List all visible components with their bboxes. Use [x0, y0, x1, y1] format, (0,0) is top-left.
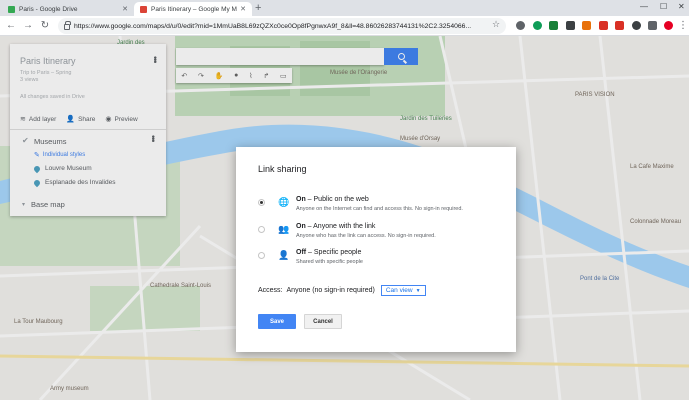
option-state: On	[296, 223, 306, 230]
option-description: Anyone on the Internet can find and acce…	[296, 206, 463, 212]
new-tab-button[interactable]: +	[255, 2, 261, 14]
browser-menu-icon[interactable]: ⋮	[676, 19, 689, 33]
person-lock-icon: 👤	[278, 250, 290, 260]
pinterest-icon[interactable]	[664, 21, 673, 30]
radio-public-on-web[interactable]	[258, 199, 265, 206]
back-arrow-icon[interactable]: ←	[4, 19, 18, 33]
dialog-title: Link sharing	[258, 164, 307, 174]
permission-dropdown[interactable]: Can view ▼	[380, 285, 426, 296]
option-description: Shared with specific people	[296, 259, 363, 265]
option-text: – Public on the web	[305, 196, 369, 203]
tab-drive[interactable]: Paris - Google Drive ✕	[2, 2, 134, 16]
option-state: On	[296, 196, 306, 203]
my-maps-favicon-icon	[140, 5, 147, 13]
minimize-icon[interactable]: —	[640, 2, 648, 11]
extension-icon[interactable]	[533, 21, 542, 30]
link-people-icon: 👥	[278, 224, 290, 234]
tab-my-maps[interactable]: Paris Itinerary – Google My Maps ✕	[134, 2, 252, 16]
tab-title: Paris Itinerary – Google My Maps	[151, 5, 237, 13]
option-label: On – Public on the web	[296, 196, 369, 203]
option-state: Off	[296, 249, 307, 256]
browser-tab-bar: Paris - Google Drive ✕ Paris Itinerary –…	[0, 0, 689, 16]
extension-icon[interactable]	[615, 21, 624, 30]
radio-specific-people[interactable]	[258, 252, 265, 259]
option-label: On – Anyone with the link	[296, 223, 375, 230]
extension-icon[interactable]	[599, 21, 608, 30]
option-text: – Specific people	[306, 249, 362, 256]
lock-icon	[64, 21, 71, 30]
option-public-on-web[interactable]: 🌐 On – Public on the web Anyone on the I…	[258, 196, 508, 218]
window-close-icon[interactable]: ✕	[678, 2, 685, 11]
forward-arrow-icon[interactable]: →	[21, 19, 35, 33]
access-label: Access:	[258, 287, 283, 294]
drive-favicon-icon	[8, 5, 15, 13]
close-icon[interactable]: ✕	[240, 5, 246, 13]
extension-icon[interactable]	[549, 21, 558, 30]
option-description: Anyone who has the link can access. No s…	[296, 233, 436, 239]
extension-icon[interactable]	[566, 21, 575, 30]
option-text: – Anyone with the link	[305, 223, 376, 230]
option-anyone-with-link[interactable]: 👥 On – Anyone with the link Anyone who h…	[258, 223, 508, 245]
extension-icon[interactable]	[582, 21, 591, 30]
bookmark-star-icon[interactable]: ☆	[492, 19, 500, 30]
maximize-icon[interactable]: ☐	[660, 2, 667, 11]
extension-icon[interactable]	[632, 21, 641, 30]
address-bar[interactable]: https://www.google.com/maps/d/u/0/edit?m…	[58, 18, 506, 34]
cancel-button[interactable]: Cancel	[304, 314, 342, 329]
extension-icon[interactable]	[516, 21, 525, 30]
option-specific-people[interactable]: 👤 Off – Specific people Shared with spec…	[258, 249, 508, 271]
tab-title: Paris - Google Drive	[19, 5, 78, 13]
access-row: Access: Anyone (no sign-in required) Can…	[258, 285, 426, 296]
radio-anyone-with-link[interactable]	[258, 226, 265, 233]
url-text[interactable]: https://www.google.com/maps/d/u/0/edit?m…	[74, 23, 506, 30]
option-label: Off – Specific people	[296, 249, 361, 256]
globe-icon: 🌐	[278, 197, 290, 207]
access-value: Anyone (no sign-in required)	[286, 287, 375, 294]
browser-toolbar: ← → ↻ https://www.google.com/maps/d/u/0/…	[0, 16, 689, 36]
permission-value: Can view	[385, 287, 413, 294]
close-icon[interactable]: ✕	[122, 5, 128, 13]
extension-icon[interactable]	[648, 21, 657, 30]
reload-icon[interactable]: ↻	[38, 19, 52, 33]
save-button[interactable]: Save	[258, 314, 296, 329]
dropdown-caret-icon: ▼	[415, 287, 421, 294]
link-sharing-dialog: Link sharing 🌐 On – Public on the web An…	[236, 147, 516, 352]
